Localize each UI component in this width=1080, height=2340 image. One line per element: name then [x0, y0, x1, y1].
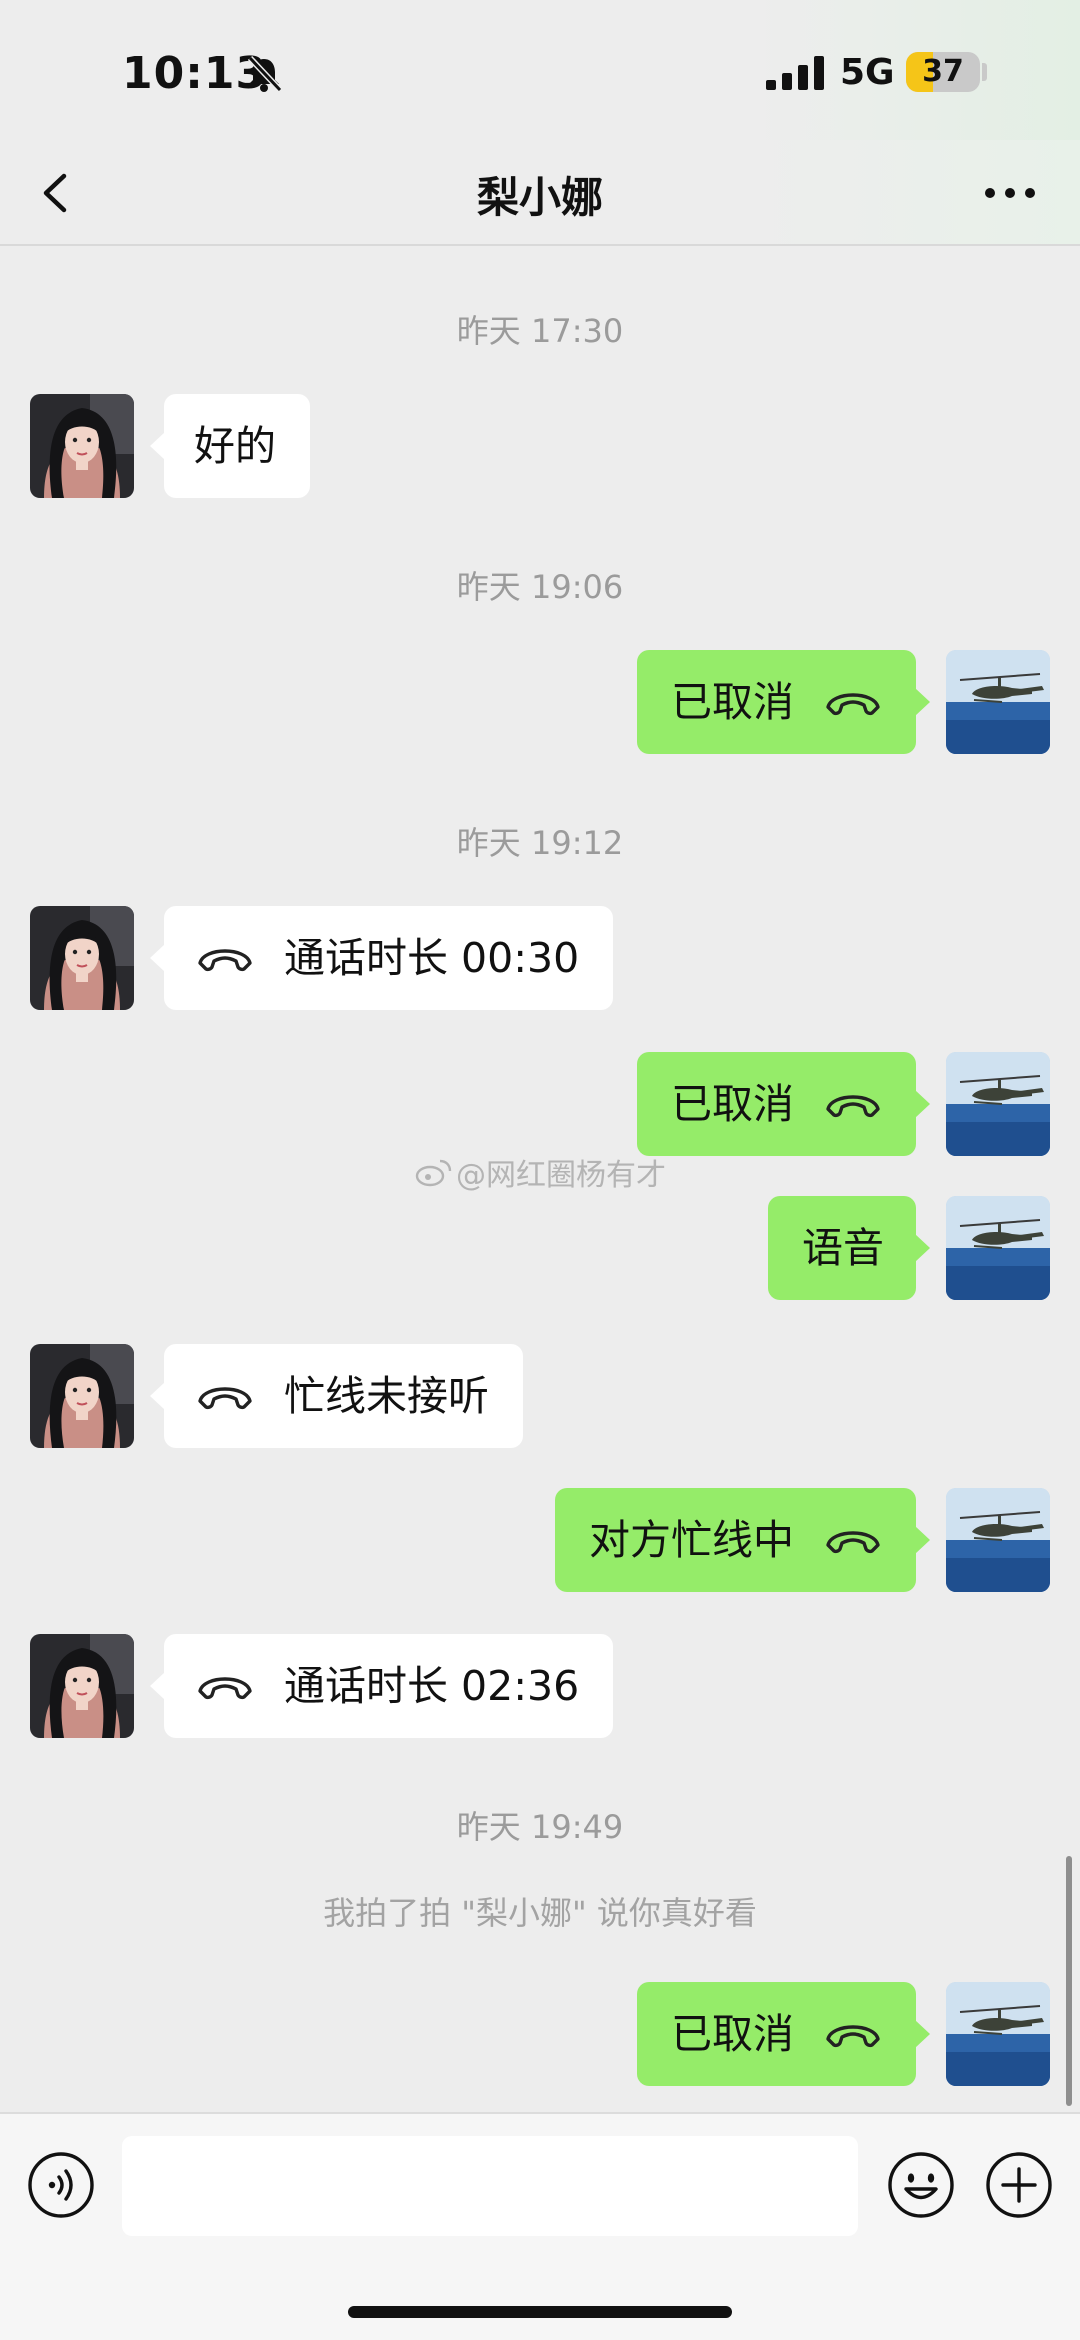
- home-indicator[interactable]: [348, 2306, 732, 2318]
- chat-title: 梨小娜: [476, 173, 603, 222]
- message-text: 忙线未接听: [284, 1372, 489, 1420]
- timestamp: 昨天 19:06: [456, 568, 624, 606]
- scrollbar[interactable]: [1066, 1856, 1072, 2106]
- message-bubble-incoming[interactable]: 好的: [150, 394, 310, 498]
- phone-handset-icon: [194, 1669, 256, 1703]
- watermark-text: @网红圈杨有才: [456, 1158, 666, 1193]
- my-avatar[interactable]: [946, 650, 1050, 754]
- call-bubble-incoming[interactable]: 忙线未接听: [150, 1344, 523, 1448]
- message-text: 语音: [802, 1224, 884, 1272]
- plus-circle-icon[interactable]: [984, 2150, 1054, 2220]
- call-bubble-outgoing[interactable]: 对方忙线中: [555, 1488, 930, 1592]
- phone-handset-icon: [194, 941, 256, 975]
- call-bubble-incoming[interactable]: 通话时长 02:36: [149, 1634, 614, 1738]
- phone-handset-icon: [822, 2017, 884, 2051]
- timestamp: 昨天 19:49: [456, 1808, 624, 1846]
- message-bubble-outgoing[interactable]: 语音: [768, 1196, 930, 1300]
- message-input[interactable]: [122, 2136, 858, 2236]
- timestamp: 昨天 17:30: [456, 312, 624, 350]
- call-bubble-outgoing[interactable]: 已取消: [637, 650, 930, 754]
- message-text: 已取消: [671, 2010, 794, 2058]
- network-type: 5G: [840, 52, 895, 93]
- phone-handset-icon: [822, 685, 884, 719]
- status-bar: 10:13 5G 37: [0, 0, 1080, 140]
- message-text: 通话时长 02:36: [284, 1662, 580, 1710]
- contact-avatar[interactable]: [30, 906, 134, 1010]
- message-text: 通话时长 00:30: [284, 934, 580, 982]
- phone-handset-icon: [822, 1087, 884, 1121]
- more-dots-icon[interactable]: [980, 170, 1040, 216]
- my-avatar[interactable]: [946, 1488, 1050, 1592]
- signal-icon: [766, 56, 824, 90]
- call-bubble-incoming[interactable]: 通话时长 00:30: [149, 906, 614, 1010]
- contact-avatar[interactable]: [30, 1634, 134, 1738]
- watermark: @网红圈杨有才: [414, 1152, 666, 1193]
- my-avatar[interactable]: [946, 1196, 1050, 1300]
- my-avatar[interactable]: [946, 1982, 1050, 2086]
- message-text: 对方忙线中: [589, 1516, 794, 1564]
- bell-off-icon: [247, 55, 283, 93]
- weibo-icon: [415, 1159, 452, 1187]
- battery-tip: [982, 63, 987, 81]
- phone-handset-icon: [194, 1379, 256, 1413]
- pat-system-message: 我拍了拍 "梨小娜" 说你真好看: [323, 1894, 757, 1932]
- message-text: 已取消: [671, 678, 794, 726]
- input-bar: [0, 2112, 1080, 2340]
- voice-mode-icon[interactable]: [26, 2150, 96, 2220]
- call-bubble-outgoing[interactable]: 已取消: [637, 1052, 930, 1156]
- message-text: 已取消: [671, 1080, 794, 1128]
- message-text: 好的: [194, 422, 276, 470]
- battery-level: 37: [922, 54, 964, 89]
- emoji-icon[interactable]: [886, 2150, 956, 2220]
- timestamp: 昨天 19:12: [456, 824, 624, 862]
- chat-header: 梨小娜: [0, 140, 1080, 246]
- my-avatar[interactable]: [946, 1052, 1050, 1156]
- call-bubble-outgoing[interactable]: 已取消: [637, 1982, 930, 2086]
- battery-indicator: 37: [906, 52, 980, 92]
- contact-avatar[interactable]: [30, 394, 134, 498]
- phone-handset-icon: [822, 1523, 884, 1557]
- contact-avatar[interactable]: [30, 1344, 134, 1448]
